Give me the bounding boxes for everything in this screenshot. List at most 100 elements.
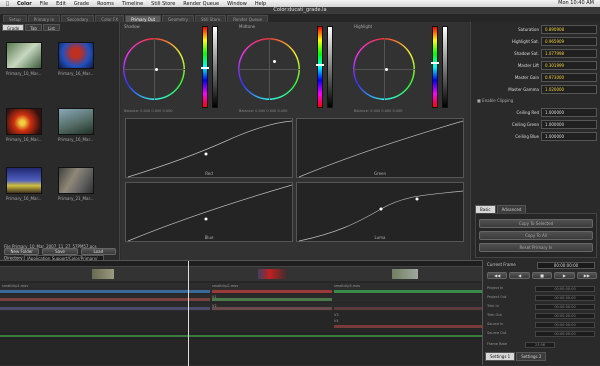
menubar-clock[interactable]: Mon 10:40 AM [558,0,594,7]
clip-label: smallclip2.mov [212,284,239,288]
menu-color[interactable]: Color [13,1,36,7]
tab-setup[interactable]: Setup [3,15,27,22]
saturation-field[interactable]: 0.890908 [541,25,597,34]
menu-timeline[interactable]: Timeline [118,1,147,7]
copy-to-all-button[interactable]: Copy To All [479,231,593,240]
project-in-field[interactable]: 00:00:00:00 [535,286,595,292]
menu-still-store[interactable]: Still Store [147,1,179,7]
audio-track[interactable] [0,333,482,339]
track-v1[interactable]: smallclip1.mov smallclip2.mov smallclip3… [0,283,482,293]
green-curve-editor[interactable]: Green [296,118,464,178]
highlight-hue-bar[interactable] [432,26,438,108]
midtone-level-bar[interactable] [327,26,333,108]
menu-edit[interactable]: Edit [52,1,70,7]
track-v2[interactable]: V1 [0,294,482,302]
master-gamma-field[interactable]: 1.020000 [541,85,597,94]
still-thumbnail-1[interactable] [6,42,42,69]
trim-in-field[interactable]: 00:00:00:00 [535,304,595,310]
play-reverse-button[interactable]: ◀ [509,272,530,279]
tab-settings-1[interactable]: Settings 1 [485,352,516,361]
stop-button[interactable]: ■ [531,272,553,279]
tab-icon-view[interactable]: Tab [25,24,42,31]
shadow-sat-field[interactable]: 1.077998 [541,49,597,58]
source-out-field[interactable]: 00:00:00:00 [535,331,595,337]
still-thumbnail-3[interactable] [6,108,42,135]
row-label: Trim Out [487,313,502,317]
clip-segment[interactable] [212,307,332,310]
highlight-level-bar[interactable] [442,26,448,108]
track-v3[interactable]: V2 [0,303,482,311]
current-frame-field[interactable]: 00:00:00:00 [537,262,595,269]
play-button[interactable]: ▶ [554,272,575,279]
ceiling-blue-field[interactable]: 1.000000 [541,132,597,141]
shadow-wheel-title: Shadow [124,24,140,29]
tab-primary-in[interactable]: Primary In [27,15,61,22]
tab-geometry[interactable]: Geometry [162,15,194,22]
clip-segment[interactable] [334,290,482,293]
menu-file[interactable]: File [36,1,52,7]
shadow-hue-marker[interactable] [201,67,209,69]
ceiling-red-field[interactable]: 1.000000 [541,108,597,117]
midtone-hue-bar[interactable] [317,26,323,108]
menu-rooms[interactable]: Rooms [93,1,118,7]
param-ceiling-red: Ceiling Red 1.000000 [471,108,600,118]
shadow-level-bar[interactable] [212,26,218,108]
highlight-hue-marker[interactable] [431,62,439,64]
tab-primary-out[interactable]: Primary Out [125,15,162,22]
luma-curve-editor[interactable]: Luma [296,182,464,242]
param-label: Highlight Sat. [511,39,539,44]
midtone-balance-handle[interactable] [273,60,276,63]
highlight-sat-field[interactable]: 0.965909 [541,37,597,46]
menu-window[interactable]: Window [223,1,251,7]
new-folder-button[interactable]: New Folder [4,248,40,255]
frame-rate-select[interactable]: 23.98 [525,342,555,348]
enable-clipping-checkbox[interactable]: ■ Enable Clipping [477,98,513,103]
tab-grade[interactable]: Grade [2,24,25,31]
menu-help[interactable]: Help [251,1,270,7]
tab-secondary[interactable]: Secondary [61,15,95,22]
clip-segment[interactable] [0,307,210,310]
midtone-hue-marker[interactable] [316,64,324,66]
project-out-field[interactable]: 00:00:00:00 [535,295,595,301]
row-label: Source In [487,322,504,326]
clip-segment[interactable] [334,307,482,310]
go-to-start-button[interactable]: ◀◀ [487,272,508,279]
tab-settings-2[interactable]: Settings 2 [516,352,547,361]
clip-segment[interactable] [212,290,332,293]
still-thumbnail-4[interactable] [58,108,94,135]
load-button[interactable]: Load [80,248,116,255]
param-master-gamma: Master Gamma 1.020000 [471,85,600,95]
clip-segment[interactable] [334,325,482,328]
tab-still-store[interactable]: Still Store [195,15,227,22]
red-curve-editor[interactable]: Red [125,118,293,178]
reset-primary-button[interactable]: Reset Primary In [479,243,593,252]
tab-render-queue[interactable]: Render Queue [227,15,268,22]
primary-grade-area: Shadow Balance: 0.000 0.000 0.000 Midton… [121,22,469,260]
tab-list-view[interactable]: List [42,24,60,31]
still-thumbnail-2[interactable] [58,42,94,69]
highlight-balance-handle[interactable] [385,68,388,71]
playhead[interactable] [188,261,189,366]
track-v4[interactable]: V3 V4 [0,312,482,332]
copy-to-selected-button[interactable]: Copy To Selected [479,219,593,228]
clip-segment[interactable] [212,298,332,301]
blue-curve-editor[interactable]: Blue [125,182,293,242]
source-in-field[interactable]: 00:00:00:00 [535,322,595,328]
trim-out-field[interactable]: 00:00:00:00 [535,313,595,319]
clip-segment[interactable] [0,298,210,301]
shadow-balance-handle[interactable] [155,68,158,71]
ceiling-green-field[interactable]: 1.000000 [541,120,597,129]
menu-render-queue[interactable]: Render Queue [179,1,223,7]
still-thumbnail-6[interactable] [58,167,94,194]
go-to-end-button[interactable]: ▶▶ [576,272,598,279]
param-label: Ceiling Green [511,122,539,127]
tab-color-fx[interactable]: Color FX [95,15,125,22]
save-button[interactable]: Save [42,248,78,255]
master-lift-field[interactable]: 0.301999 [541,61,597,70]
audio-segment[interactable] [0,335,482,337]
master-gain-field[interactable]: 0.973000 [541,73,597,82]
apple-menu-icon[interactable]:  [0,1,13,7]
menu-grade[interactable]: Grade [70,1,93,7]
still-thumbnail-5[interactable] [6,167,42,194]
clip-segment[interactable] [0,290,210,293]
